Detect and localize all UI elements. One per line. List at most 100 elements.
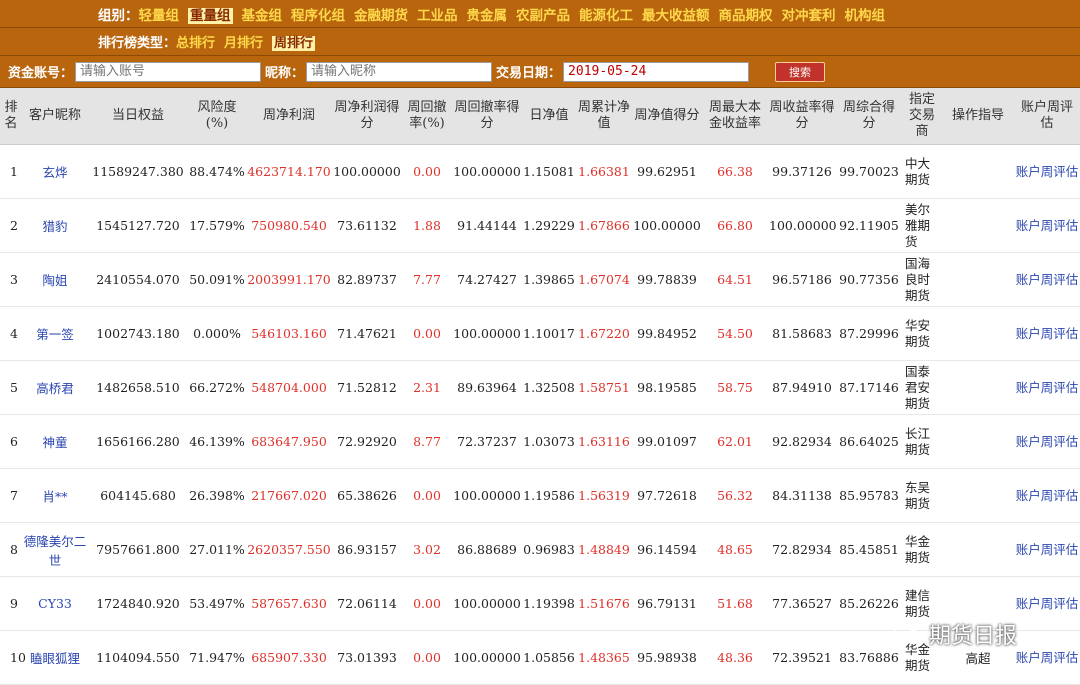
risk-cell: 26.398% <box>188 468 246 523</box>
client-nickname-link[interactable]: 玄烨 <box>42 165 67 180</box>
column-header: 操作指导 <box>942 88 1014 145</box>
broker-cell: 华安期货 <box>902 306 942 361</box>
group-link[interactable]: 重量组 <box>188 7 233 24</box>
equity-cell: 7957661.800 <box>88 522 188 577</box>
client-nickname-link[interactable]: 第一签 <box>36 327 74 342</box>
ranking-table: 排名 客户昵称 当日权益 风险度(%) 周净利润 周净利润得分 周回撤率(%) 周回撤率得分日… <box>0 88 1080 685</box>
drawdown-cell: 0.00 <box>402 468 452 523</box>
risk-cell: 0.000% <box>188 306 246 361</box>
account-eval-link[interactable]: 账户周评估 <box>1016 380 1079 395</box>
nickname-input[interactable] <box>306 61 493 82</box>
cum-nav-cell: 1.67220 <box>576 306 632 361</box>
search-button[interactable]: 搜索 <box>775 61 826 82</box>
account-eval-link[interactable]: 账户周评估 <box>1016 596 1079 611</box>
group-link[interactable]: 农副产品 <box>516 8 570 24</box>
account-input[interactable] <box>75 61 262 82</box>
max-ret-cell: 48.65 <box>702 522 768 577</box>
broker-cell: 长江期货 <box>902 414 942 469</box>
broker-cell: 国泰君安期货 <box>902 360 942 415</box>
drawdown-cell: 0.00 <box>402 576 452 631</box>
group-link[interactable]: 工业品 <box>417 8 458 24</box>
group-link[interactable]: 最大收益额 <box>642 8 710 24</box>
dd-score-cell: 74.27427 <box>452 252 522 307</box>
ret-score-cell: 87.94910 <box>768 360 836 415</box>
client-nickname-link[interactable]: CY33 <box>38 596 72 611</box>
table-row: 1 玄烨 11589247.380 88.474% 4623714.170 100.000… <box>0 144 1080 199</box>
client-nickname-link[interactable]: 猎豹 <box>42 219 67 234</box>
nav-cell: 1.19398 <box>522 576 576 631</box>
account-eval-link[interactable]: 账户周评估 <box>1016 164 1079 179</box>
table-row: 4 第一签 1002743.180 0.000% 546103.160 71.47621 0… <box>0 306 1080 361</box>
drawdown-cell: 0.00 <box>402 630 452 685</box>
cum-nav-cell: 1.58751 <box>576 360 632 415</box>
group-link[interactable]: 贵金属 <box>467 8 508 24</box>
equity-cell: 1545127.720 <box>88 198 188 253</box>
account-eval-link[interactable]: 账户周评估 <box>1016 650 1079 665</box>
group-link[interactable]: 程序化组 <box>291 8 345 24</box>
cum-nav-cell: 1.51676 <box>576 576 632 631</box>
account-eval-link[interactable]: 账户周评估 <box>1016 488 1079 503</box>
drawdown-cell: 0.00 <box>402 144 452 199</box>
equity-cell: 1724840.920 <box>88 576 188 631</box>
group-link[interactable]: 金融期货 <box>354 8 408 24</box>
nav-cell: 1.39865 <box>522 252 576 307</box>
broker-cell: 中大期货 <box>902 144 942 199</box>
nav-score-cell: 98.19585 <box>632 360 702 415</box>
nav-score-cell: 99.62951 <box>632 144 702 199</box>
drawdown-cell: 2.31 <box>402 360 452 415</box>
profit-score-cell: 65.38626 <box>332 468 402 523</box>
account-eval-link[interactable]: 账户周评估 <box>1016 272 1079 287</box>
watermark-text: 期货日报 <box>929 624 1018 649</box>
guide-cell <box>942 144 1014 199</box>
client-nickname-link[interactable]: 德隆美尔二世 <box>24 534 87 568</box>
rank-type-label: 排行榜类型： <box>98 36 177 51</box>
profit-score-cell: 72.06114 <box>332 576 402 631</box>
client-nickname-cell: 第一签 <box>22 306 88 361</box>
nav-score-cell: 99.78839 <box>632 252 702 307</box>
account-eval-cell: 账户周评估 <box>1014 360 1080 415</box>
total-cell: 86.64025 <box>836 414 902 469</box>
ret-score-cell: 81.58683 <box>768 306 836 361</box>
account-eval-link[interactable]: 账户周评估 <box>1016 542 1079 557</box>
account-eval-link[interactable]: 账户周评估 <box>1016 218 1079 233</box>
max-ret-cell: 66.80 <box>702 198 768 253</box>
risk-cell: 53.497% <box>188 576 246 631</box>
max-ret-cell: 48.36 <box>702 630 768 685</box>
group-link[interactable]: 轻量组 <box>139 8 180 24</box>
trade-date-label: 交易日期： <box>496 66 562 81</box>
equity-cell: 604145.680 <box>88 468 188 523</box>
client-nickname-link[interactable]: 陶姐 <box>42 273 67 288</box>
risk-cell: 50.091% <box>188 252 246 307</box>
account-eval-link[interactable]: 账户周评估 <box>1016 326 1079 341</box>
group-link[interactable]: 对冲套利 <box>782 8 836 24</box>
group-link[interactable]: 能源化工 <box>579 8 633 24</box>
dd-score-cell: 100.00000 <box>452 576 522 631</box>
rank-type-link[interactable]: 周排行 <box>272 36 316 51</box>
rank-cell: 7 <box>0 468 22 523</box>
column-header: 周净值得分 <box>632 88 702 145</box>
group-link[interactable]: 基金组 <box>242 8 283 24</box>
account-eval-cell: 账户周评估 <box>1014 144 1080 199</box>
table-row: 6 神童 1656166.280 46.139% 683647.950 72.92920 8… <box>0 414 1080 469</box>
cum-nav-cell: 1.67074 <box>576 252 632 307</box>
wechat-icon <box>894 624 922 644</box>
dd-score-cell: 100.00000 <box>452 144 522 199</box>
dd-score-cell: 91.44144 <box>452 198 522 253</box>
account-eval-link[interactable]: 账户周评估 <box>1016 434 1079 449</box>
nav-cell: 1.29229 <box>522 198 576 253</box>
group-link[interactable]: 机构组 <box>845 8 886 24</box>
trade-date-input[interactable] <box>563 61 750 82</box>
profit-cell: 4623714.170 <box>246 144 332 199</box>
profit-score-cell: 73.61132 <box>332 198 402 253</box>
rank-type-link[interactable]: 总排行 <box>176 36 215 51</box>
group-link[interactable]: 商品期权 <box>719 8 773 24</box>
drawdown-cell: 1.88 <box>402 198 452 253</box>
rank-type-link[interactable]: 月排行 <box>224 36 263 51</box>
client-nickname-link[interactable]: 高桥君 <box>36 381 74 396</box>
client-nickname-link[interactable]: 肖** <box>42 489 67 504</box>
cum-nav-cell: 1.63116 <box>576 414 632 469</box>
client-nickname-link[interactable]: 神童 <box>42 435 67 450</box>
client-nickname-link[interactable]: 瞌眼狐狸 <box>30 651 80 666</box>
client-nickname-cell: 德隆美尔二世 <box>22 522 88 577</box>
risk-cell: 46.139% <box>188 414 246 469</box>
